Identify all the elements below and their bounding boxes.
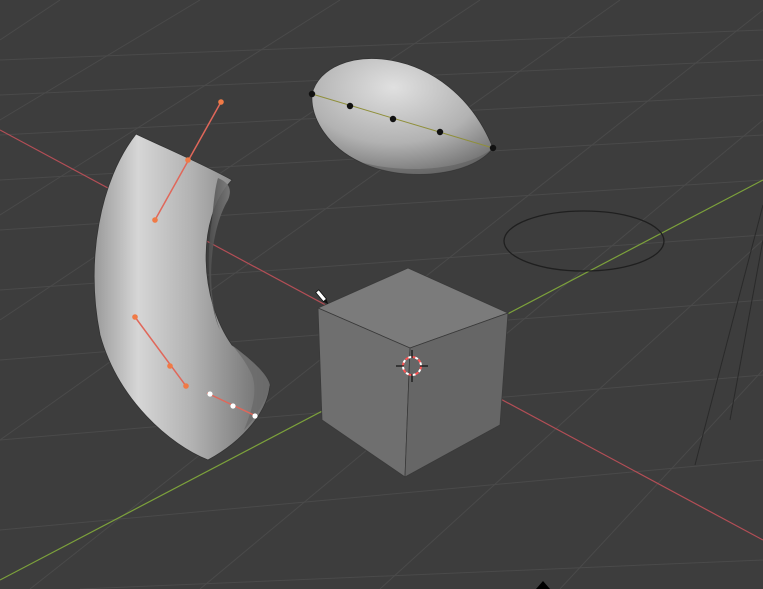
viewport-canvas[interactable]	[0, 0, 763, 589]
curve-handle-point[interactable]	[132, 314, 138, 320]
origin-marker-icon	[536, 581, 550, 589]
curve-handle-point[interactable]	[252, 413, 258, 419]
3d-viewport[interactable]	[0, 0, 763, 589]
ellipsoid-control-point[interactable]	[346, 102, 354, 110]
curve-handle-point[interactable]	[183, 383, 189, 389]
cube-object[interactable]	[317, 267, 510, 478]
curve-handle-point[interactable]	[218, 99, 224, 105]
ellipsoid-control-point[interactable]	[489, 144, 497, 152]
empty-object-line	[694, 204, 763, 466]
curve-handle-point[interactable]	[185, 157, 191, 163]
curve-handle-point[interactable]	[167, 363, 173, 369]
curve-handle-point[interactable]	[207, 391, 213, 397]
ellipsoid-object[interactable]	[308, 58, 497, 175]
curved-tube-object[interactable]	[93, 99, 271, 461]
ellipsoid-control-point[interactable]	[436, 128, 444, 136]
ellipsoid-control-point[interactable]	[308, 90, 316, 98]
curve-handle-point[interactable]	[152, 217, 158, 223]
circle-object[interactable]	[503, 210, 665, 272]
curve-handle-point[interactable]	[230, 403, 236, 409]
ellipsoid-control-point[interactable]	[389, 115, 397, 123]
